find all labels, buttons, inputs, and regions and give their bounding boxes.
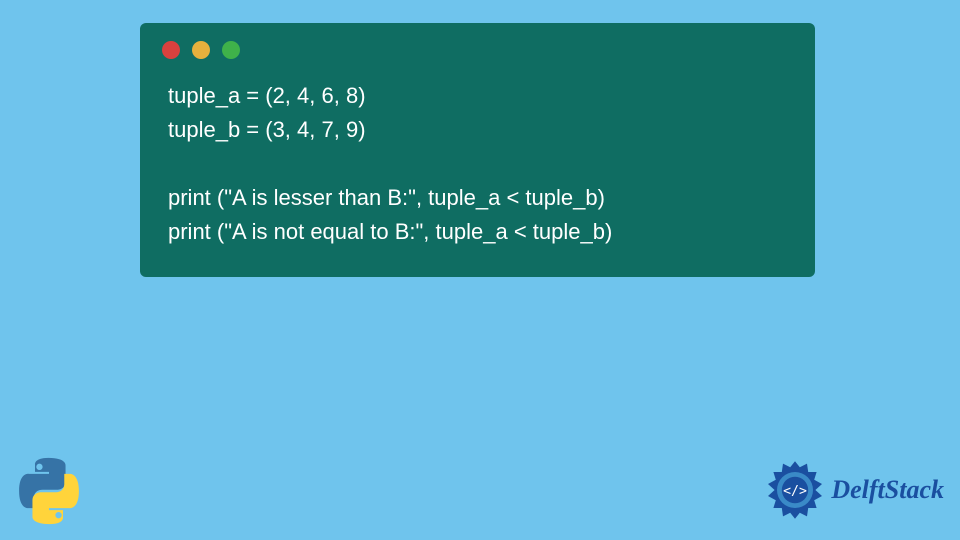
code-card: tuple_a = (2, 4, 6, 8) tuple_b = (3, 4, … bbox=[140, 23, 815, 277]
code-body: tuple_a = (2, 4, 6, 8) tuple_b = (3, 4, … bbox=[140, 65, 815, 257]
minimize-icon bbox=[192, 41, 210, 59]
maximize-icon bbox=[222, 41, 240, 59]
code-line: print ("A is not equal to B:", tuple_a <… bbox=[168, 219, 612, 244]
python-logo-icon bbox=[14, 456, 84, 526]
code-line: tuple_a = (2, 4, 6, 8) bbox=[168, 83, 366, 108]
svg-text:</>: </> bbox=[783, 484, 807, 499]
close-icon bbox=[162, 41, 180, 59]
window-controls bbox=[140, 23, 815, 65]
brand-logo: </> DelftStack bbox=[765, 460, 944, 520]
delft-gear-icon: </> bbox=[765, 460, 825, 520]
code-line: print ("A is lesser than B:", tuple_a < … bbox=[168, 185, 605, 210]
brand-name: DelftStack bbox=[831, 475, 944, 505]
code-line: tuple_b = (3, 4, 7, 9) bbox=[168, 117, 366, 142]
